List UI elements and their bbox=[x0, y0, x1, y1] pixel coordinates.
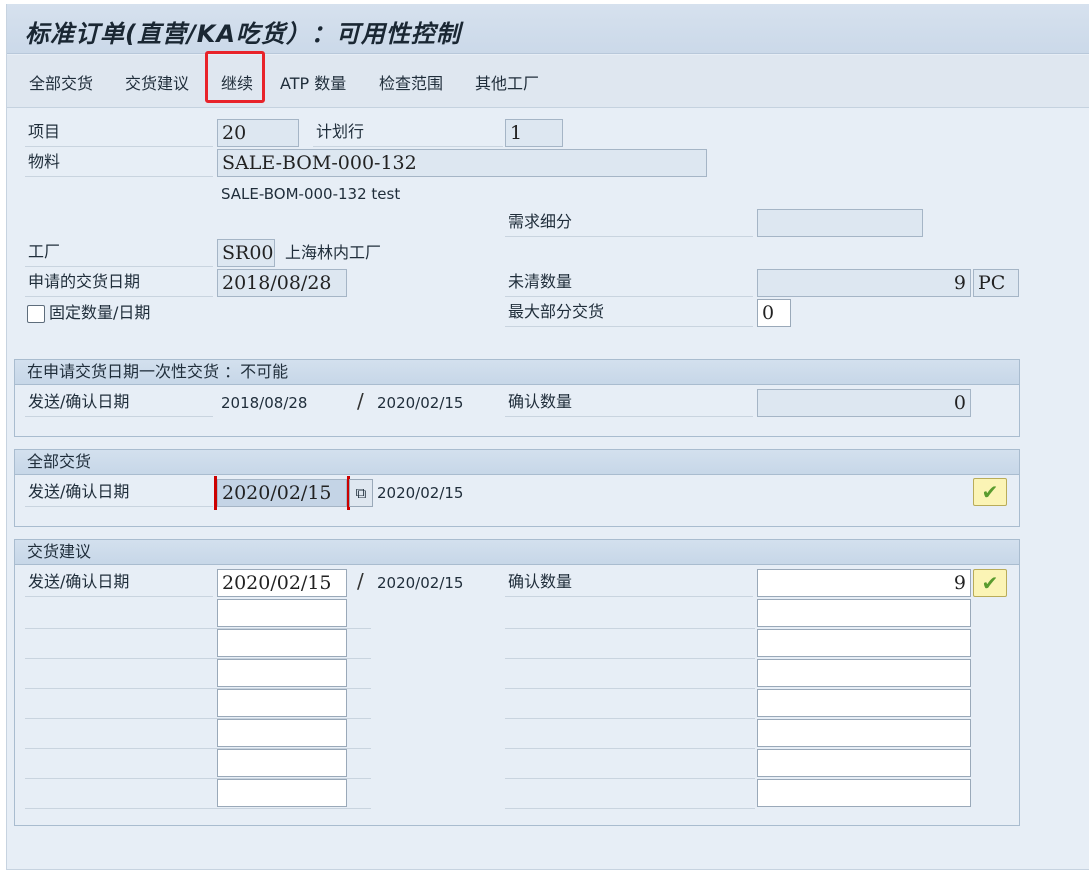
row-divider bbox=[505, 688, 755, 689]
copy-icon[interactable]: ⧉ bbox=[349, 479, 373, 507]
proposal-confirm-field[interactable]: 9 bbox=[757, 569, 971, 597]
item-field[interactable]: 20 bbox=[217, 119, 299, 147]
complete-delivery-header: 全部交货 bbox=[15, 450, 1019, 475]
proposal-date-row-8[interactable] bbox=[217, 779, 347, 807]
item-label: 项目 bbox=[25, 119, 213, 147]
fixed-qty-date-checkbox[interactable] bbox=[27, 305, 45, 323]
proposal-qty-row-6[interactable] bbox=[757, 719, 971, 747]
proposal-qty-row-5[interactable] bbox=[757, 689, 971, 717]
requested-date-field[interactable]: 2018/08/28 bbox=[217, 269, 347, 297]
material-description: SALE-BOM-000-132 test bbox=[221, 185, 401, 203]
focus-marker bbox=[214, 476, 350, 510]
proposal-confirm-check-icon[interactable]: ✔ bbox=[973, 569, 1007, 597]
complete-date-2: 2020/02/15 bbox=[377, 484, 464, 502]
atp-quantity-button[interactable]: ATP 数量 bbox=[280, 70, 346, 94]
delivery-proposal-header: 交货建议 bbox=[15, 540, 1019, 565]
one-time-confirm-field[interactable]: 0 bbox=[757, 389, 971, 417]
requirement-segment-label: 需求细分 bbox=[505, 209, 753, 237]
date-separator: / bbox=[357, 389, 364, 413]
row-divider bbox=[505, 718, 755, 719]
proposal-date-2: 2020/02/15 bbox=[377, 574, 464, 592]
proposal-qty-row-4[interactable] bbox=[757, 659, 971, 687]
row-divider bbox=[505, 748, 755, 749]
page-title: 标准订单(直营/KA吃货）：可用性控制 bbox=[25, 20, 461, 48]
proposal-date-field[interactable]: 2020/02/15 bbox=[217, 569, 347, 597]
one-time-date-1: 2018/08/28 bbox=[221, 394, 308, 412]
material-field[interactable]: SALE-BOM-000-132 bbox=[217, 149, 707, 177]
requested-date-label: 申请的交货日期 bbox=[25, 269, 213, 297]
proposal-date-row-3[interactable] bbox=[217, 629, 347, 657]
title-bar: 标准订单(直营/KA吃货）：可用性控制 bbox=[7, 4, 1089, 54]
proposal-date-label: 发送/确认日期 bbox=[25, 569, 213, 597]
requirement-segment-field[interactable] bbox=[757, 209, 923, 237]
plant-name: 上海林内工厂 bbox=[285, 243, 382, 262]
material-label: 物料 bbox=[25, 149, 213, 177]
row-divider bbox=[505, 778, 755, 779]
proposal-qty-row-8[interactable] bbox=[757, 779, 971, 807]
proposal-qty-row-7[interactable] bbox=[757, 749, 971, 777]
schedule-line-label: 计划行 bbox=[313, 119, 503, 147]
proposal-qty-row-3[interactable] bbox=[757, 629, 971, 657]
max-partial-delivery-label: 最大部分交货 bbox=[505, 299, 753, 327]
all-delivery-button[interactable]: 全部交货 bbox=[29, 70, 93, 94]
unit-field[interactable]: PC bbox=[973, 269, 1019, 297]
one-time-date-2: 2020/02/15 bbox=[377, 394, 464, 412]
check-scope-button[interactable]: 检查范围 bbox=[379, 70, 443, 94]
open-quantity-field[interactable]: 9 bbox=[757, 269, 971, 297]
row-divider bbox=[25, 808, 371, 809]
continue-highlight-box bbox=[205, 51, 265, 103]
plant-field[interactable]: SR00 bbox=[217, 239, 275, 267]
proposal-date-row-5[interactable] bbox=[217, 689, 347, 717]
schedule-line-field[interactable]: 1 bbox=[505, 119, 563, 147]
availability-window: 标准订单(直营/KA吃货）：可用性控制 全部交货 交货建议 继续 ATP 数量 … bbox=[6, 4, 1089, 870]
complete-confirm-check-icon[interactable]: ✔ bbox=[973, 478, 1007, 506]
max-partial-delivery-field[interactable]: 0 bbox=[757, 299, 791, 327]
proposal-date-row-4[interactable] bbox=[217, 659, 347, 687]
open-quantity-label: 未清数量 bbox=[505, 269, 753, 297]
row-divider bbox=[505, 658, 755, 659]
fixed-qty-date-label: 固定数量/日期 bbox=[49, 303, 151, 322]
proposal-date-row-2[interactable] bbox=[217, 599, 347, 627]
proposal-confirm-label: 确认数量 bbox=[505, 569, 753, 597]
one-time-date-label: 发送/确认日期 bbox=[25, 389, 213, 417]
row-divider bbox=[505, 808, 755, 809]
proposal-date-row-6[interactable] bbox=[217, 719, 347, 747]
other-plants-button[interactable]: 其他工厂 bbox=[475, 70, 539, 94]
toolbar: 全部交货 交货建议 继续 ATP 数量 检查范围 其他工厂 bbox=[7, 55, 1089, 108]
row-divider bbox=[505, 628, 755, 629]
one-time-confirm-label: 确认数量 bbox=[505, 389, 753, 417]
date-separator: / bbox=[357, 569, 364, 593]
delivery-proposal-button[interactable]: 交货建议 bbox=[125, 70, 189, 94]
one-time-delivery-header: 在申请交货日期一次性交货 ：不可能 bbox=[15, 360, 1019, 385]
proposal-qty-row-2[interactable] bbox=[757, 599, 971, 627]
complete-date-label: 发送/确认日期 bbox=[25, 479, 213, 507]
proposal-date-row-7[interactable] bbox=[217, 749, 347, 777]
plant-label: 工厂 bbox=[25, 239, 213, 267]
